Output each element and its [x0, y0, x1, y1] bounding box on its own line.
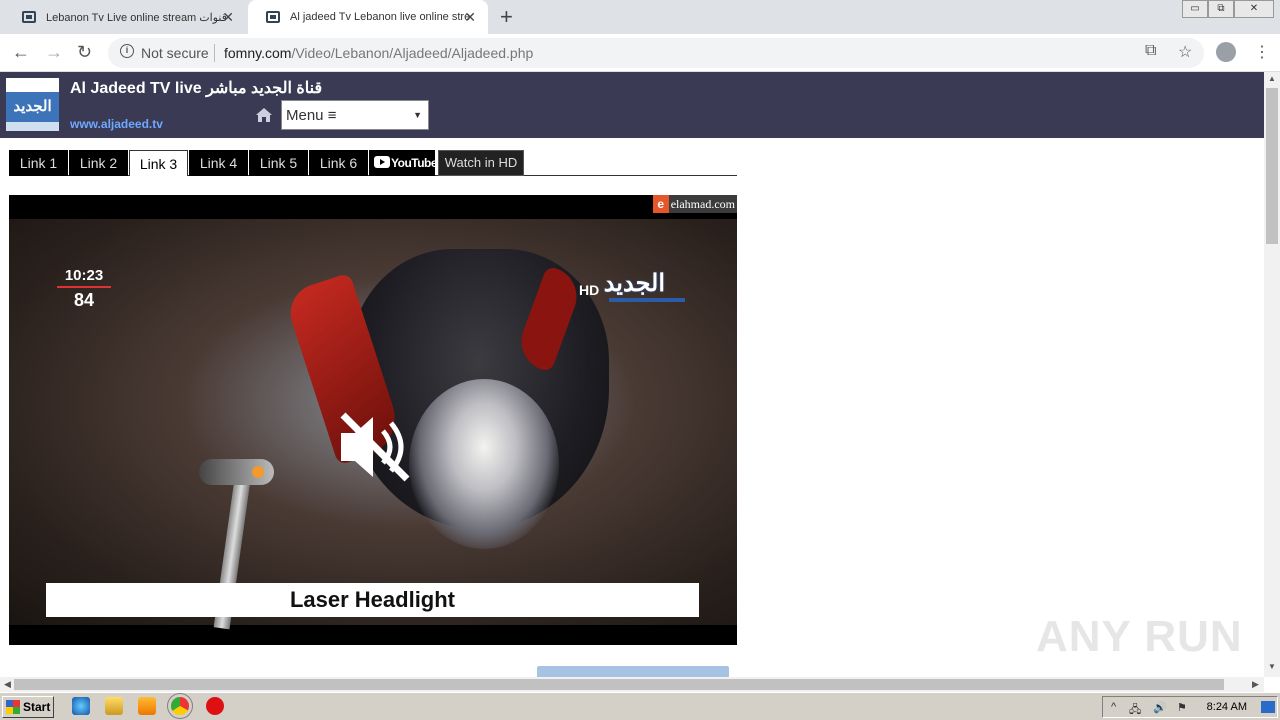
start-label: Start — [23, 700, 51, 714]
browser-menu-icon[interactable]: ⋮ — [1254, 42, 1270, 62]
video-frame: 10:23 84 HD الجديد Laser Headlight — [9, 219, 737, 630]
link-tab-5[interactable]: Link 5 — [249, 150, 308, 176]
horizontal-scrollbar[interactable]: ◀ ▶ — [0, 677, 1264, 692]
close-tab-icon[interactable]: ✕ — [464, 9, 476, 26]
vertical-scroll-thumb[interactable] — [1266, 88, 1278, 244]
start-button[interactable]: Start — [2, 696, 54, 718]
system-tray: ^ 🖧 🔊 ⚑ 8:24 AM — [1102, 696, 1278, 718]
video-caption: Laser Headlight — [46, 583, 699, 617]
channel-name: الجديد — [603, 270, 666, 297]
youtube-button[interactable]: YouTube — [369, 150, 438, 176]
tv-favicon-icon — [266, 11, 280, 23]
channel-logo: HD الجديد — [579, 269, 685, 302]
chrome-icon[interactable] — [171, 697, 189, 715]
horizontal-scroll-thumb[interactable] — [14, 679, 1224, 690]
browser-tab-aljadeed[interactable]: Al jadeed Tv Lebanon live online stre ✕ — [248, 0, 488, 34]
elahmad-e-icon: e — [652, 195, 669, 213]
link-tab-6[interactable]: Link 6 — [309, 150, 368, 176]
browser-tab-lebanon[interactable]: Lebanon Tv Live online stream قنوات ✕ — [4, 0, 246, 34]
logo-bottom — [6, 122, 59, 131]
taskbar-clock[interactable]: 8:24 AM — [1207, 701, 1247, 713]
volume-icon[interactable]: 🔊 — [1153, 701, 1167, 714]
turn-signal — [199, 459, 274, 485]
url-text[interactable]: fomny.com/Video/Lebanon/Aljadeed/Aljadee… — [224, 45, 533, 61]
link-tab-2[interactable]: Link 2 — [69, 150, 128, 176]
stop-icon[interactable] — [206, 697, 224, 715]
channel-logo-underline — [609, 298, 685, 302]
translate-icon[interactable]: ⧉ — [1145, 42, 1156, 60]
on-screen-clock: 10:23 84 — [57, 267, 111, 311]
browser-tabstrip: Lebanon Tv Live online stream قنوات ✕ Al… — [0, 0, 1280, 34]
website-link[interactable]: www.aljadeed.tv — [70, 117, 163, 131]
windows-logo-icon — [6, 700, 20, 714]
media-player-icon[interactable] — [138, 697, 156, 715]
minimize-button[interactable]: ▭ — [1182, 0, 1208, 18]
scroll-down-icon[interactable]: ▼ — [1268, 662, 1276, 671]
forward-icon[interactable]: → — [45, 42, 63, 63]
internet-explorer-icon[interactable] — [72, 697, 90, 715]
address-bar[interactable]: i Not secure fomny.com/Video/Lebanon/Alj… — [108, 38, 1204, 68]
mute-icon[interactable] — [337, 409, 413, 485]
info-icon[interactable]: i — [120, 44, 134, 58]
windows-taskbar: Start ^ 🖧 🔊 ⚑ 8:24 AM — [0, 692, 1280, 720]
chevron-down-icon: ▼ — [413, 110, 422, 120]
scroll-right-icon[interactable]: ▶ — [1252, 679, 1259, 690]
page-viewport: الجديد Al Jadeed TV live قناة الجديد مبا… — [0, 72, 1264, 677]
bookmark-star-icon[interactable]: ☆ — [1178, 42, 1192, 62]
close-tab-icon[interactable]: ✕ — [222, 9, 234, 26]
security-label: Not secure — [141, 45, 209, 61]
logo-text: الجديد — [6, 92, 59, 122]
clock-divider — [57, 286, 111, 288]
tab-title: Lebanon Tv Live online stream قنوات — [46, 11, 226, 24]
anyrun-watermark: ANY RUN — [1036, 612, 1243, 661]
site-header: الجديد Al Jadeed TV live قناة الجديد مبا… — [0, 72, 1264, 138]
restore-button[interactable]: ⧉ — [1208, 0, 1234, 18]
action-center-flag-icon[interactable]: ⚑ — [1177, 701, 1187, 714]
file-explorer-icon[interactable] — [105, 697, 123, 715]
watch-hd-button[interactable]: Watch in HD — [438, 150, 524, 176]
youtube-play-icon — [374, 156, 390, 168]
watermark-text: elahmad.com — [670, 197, 735, 211]
profile-avatar-icon[interactable] — [1216, 42, 1236, 62]
home-icon[interactable] — [256, 108, 272, 122]
tv-favicon-icon — [22, 11, 36, 23]
clock-time: 10:23 — [64, 267, 104, 284]
url-host: fomny.com — [224, 45, 292, 61]
scroll-left-icon[interactable]: ◀ — [4, 679, 11, 690]
back-icon[interactable]: ← — [12, 42, 30, 63]
motorcycle-headlight — [409, 379, 559, 549]
youtube-label: YouTube — [391, 156, 438, 170]
elahmad-watermark: e elahmad.com — [652, 195, 737, 213]
vertical-scrollbar[interactable]: ▲ ▼ — [1264, 72, 1280, 677]
video-player[interactable]: e elahmad.com 10:23 84 HD الجديد Laser H… — [9, 195, 737, 645]
show-desktop-icon[interactable] — [1261, 701, 1275, 713]
browser-toolbar: ← → ↻ i Not secure fomny.com/Video/Leban… — [0, 34, 1280, 72]
tab-title: Al jadeed Tv Lebanon live online stre — [290, 11, 470, 23]
aljadeed-logo[interactable]: الجديد — [6, 78, 59, 131]
page-title: Al Jadeed TV live قناة الجديد مباشر — [70, 80, 323, 97]
divider — [214, 44, 215, 62]
url-path: /Video/Lebanon/Aljadeed/Aljadeed.php — [291, 45, 534, 61]
below-video-button[interactable] — [537, 666, 729, 677]
channel-hd: HD — [579, 282, 600, 298]
show-hidden-icons-icon[interactable]: ^ — [1111, 701, 1116, 713]
network-icon[interactable]: 🖧 — [1129, 701, 1141, 720]
link-tab-4[interactable]: Link 4 — [189, 150, 248, 176]
reload-icon[interactable]: ↻ — [77, 42, 92, 63]
new-tab-button[interactable]: + — [500, 4, 513, 30]
scroll-up-icon[interactable]: ▲ — [1268, 74, 1276, 83]
link-tab-3[interactable]: Link 3 — [129, 150, 188, 176]
link-tab-1[interactable]: Link 1 — [9, 150, 68, 176]
menu-label: Menu ≡ — [286, 107, 337, 124]
close-window-button[interactable]: ✕ — [1234, 0, 1274, 18]
menu-dropdown[interactable]: Menu ≡ ▼ — [281, 100, 429, 130]
temperature: 84 — [73, 290, 95, 310]
logo-top — [6, 78, 59, 92]
stream-link-tabs: Link 1 Link 2 Link 3 Link 4 Link 5 Link … — [9, 150, 737, 176]
